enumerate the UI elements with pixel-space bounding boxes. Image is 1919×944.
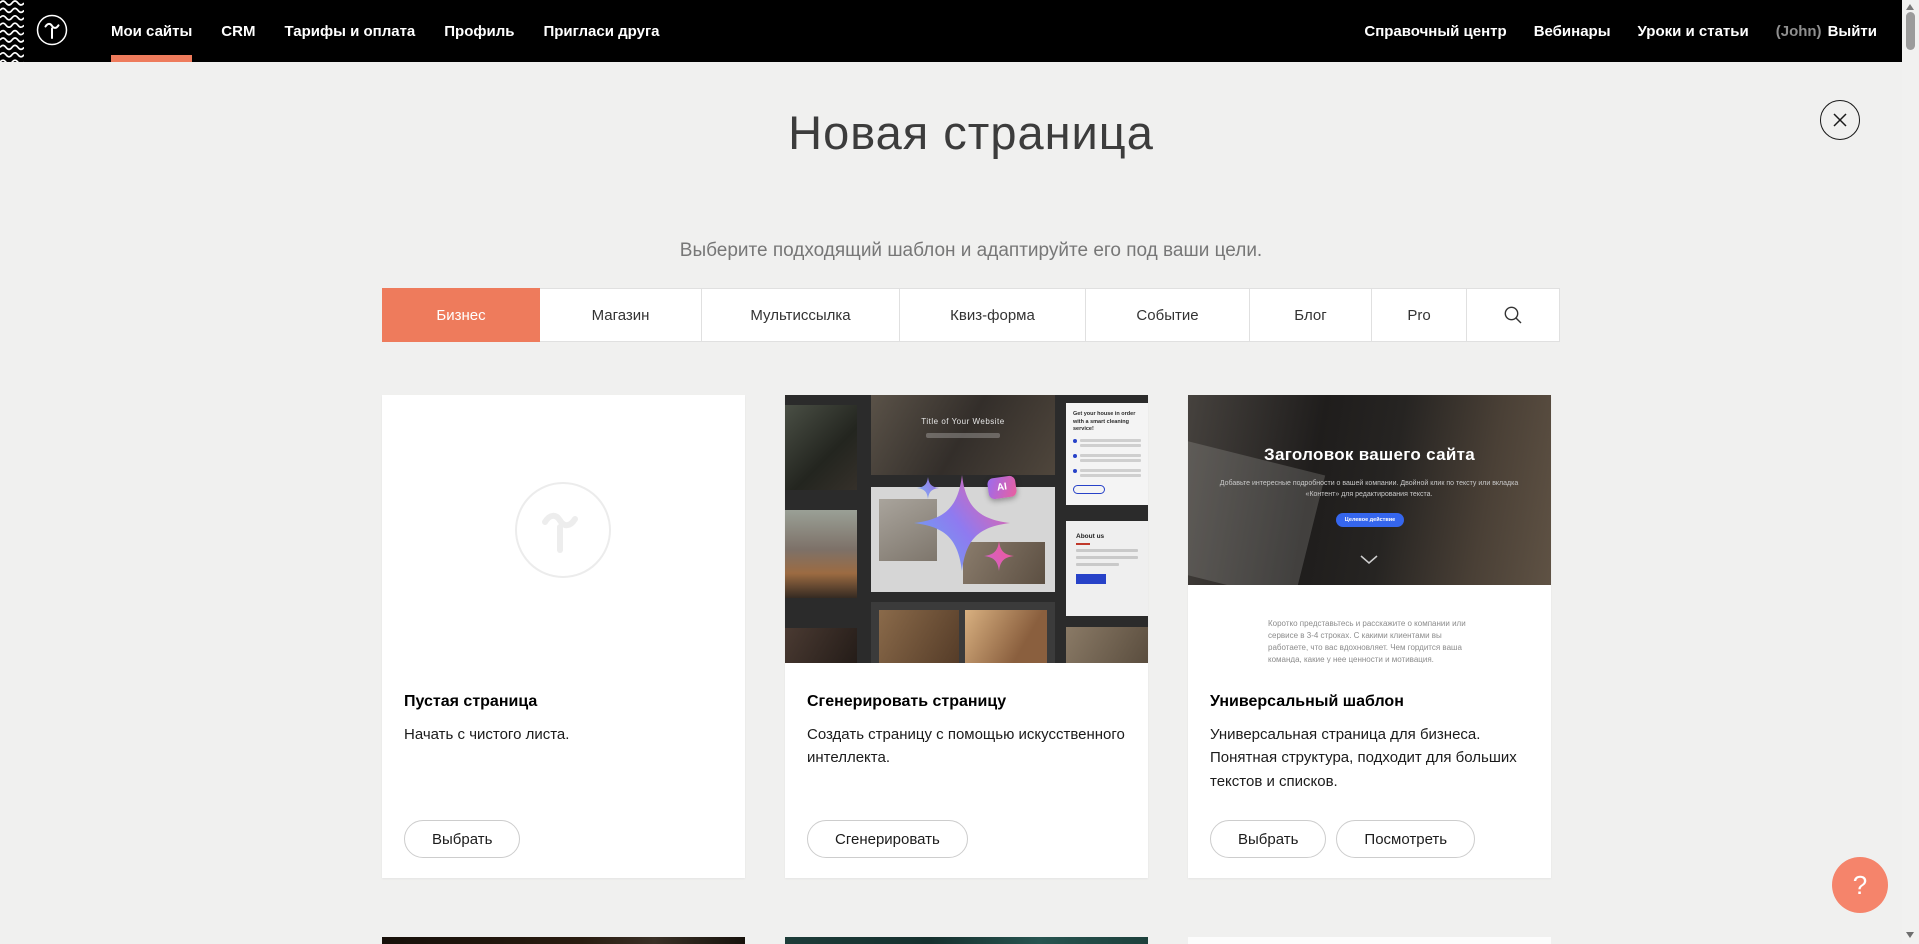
tab-event[interactable]: Событие [1086,289,1250,341]
ai-badge: AI [987,475,1018,500]
preview-hero-text: Добавьте интересные подробности о вашей … [1219,479,1519,500]
template-card-universal: Заголовок вашего сайта Добавьте интересн… [1188,395,1551,878]
logout-link[interactable]: Выйти [1828,23,1877,40]
template-card-blank-page: Пустая страница Начать с чистого листа. … [382,395,745,878]
close-icon [1832,112,1848,128]
preview-hero-title: Заголовок вашего сайта [1188,445,1551,465]
page-scrollbar[interactable] [1902,0,1919,944]
next-row-card-preview[interactable] [785,937,1148,944]
choose-button[interactable]: Выбрать [404,820,520,858]
nav-pricing[interactable]: Тарифы и оплата [284,0,415,62]
nav-invite-friend[interactable]: Пригласи друга [543,0,659,62]
tilda-waves-decoration [0,0,24,62]
card-actions: Выбрать [404,820,520,858]
blank-page-preview[interactable] [382,395,745,663]
next-row-card-preview[interactable] [1188,937,1551,944]
tilda-ghost-logo-icon [515,482,611,578]
card-actions: Сгенерировать [807,820,968,858]
nav-help-center[interactable]: Справочный центр [1364,0,1506,62]
ai-sparkles-icon [785,395,1148,663]
tilda-logo-icon[interactable] [36,14,68,46]
tab-quiz-form[interactable]: Квиз-форма [900,289,1086,341]
card-description: Создать страницу с помощью искусственног… [807,723,1126,770]
search-icon [1503,305,1523,325]
preview-hero: Заголовок вашего сайта Добавьте интересн… [1188,395,1551,585]
scrollbar-down-arrow-icon[interactable] [1906,932,1914,938]
tab-store[interactable]: Магазин [540,289,702,341]
help-button[interactable]: ? [1832,857,1888,913]
close-modal-button[interactable] [1820,100,1860,140]
nav-my-sites[interactable]: Мои сайты [111,0,192,62]
page-title: Новая страница [382,105,1560,160]
card-description: Начать с чистого листа. [404,723,723,746]
generate-button[interactable]: Сгенерировать [807,820,968,858]
choose-button[interactable]: Выбрать [1210,820,1326,858]
secondary-nav: Справочный центр Вебинары Уроки и статьи… [1364,0,1877,62]
tab-pro[interactable]: Pro [1372,289,1467,341]
nav-webinars[interactable]: Вебинары [1534,0,1611,62]
next-row-card-preview[interactable] [382,937,745,944]
nav-profile[interactable]: Профиль [444,0,514,62]
main-nav: Мои сайты CRM Тарифы и оплата Профиль Пр… [111,0,660,62]
nav-crm[interactable]: CRM [221,0,255,62]
view-button[interactable]: Посмотреть [1336,820,1475,858]
tab-business[interactable]: Бизнес [382,288,540,342]
top-navbar: Мои сайты CRM Тарифы и оплата Профиль Пр… [0,0,1919,62]
card-actions: Выбрать Посмотреть [1210,820,1475,858]
ai-generate-preview[interactable]: Title of Your Website Get your house in … [785,395,1148,663]
card-title: Сгенерировать страницу [807,693,1126,711]
user-name: (John) [1776,23,1822,40]
scrollbar-up-arrow-icon[interactable] [1906,4,1914,10]
preview-body-text: Коротко представьтесь и расскажите о ком… [1268,618,1466,663]
page-subtitle: Выберите подходящий шаблон и адаптируйте… [382,240,1560,262]
template-category-tabs: Бизнес Магазин Мультиссылка Квиз-форма С… [382,288,1560,342]
preview-cta-button: Целевое действие [1336,513,1404,527]
preview-body: Коротко представьтесь и расскажите о ком… [1188,585,1551,663]
card-description: Универсальная страница для бизнеса. Поня… [1210,723,1529,793]
card-title: Пустая страница [404,693,723,711]
chevron-down-icon [1360,555,1378,564]
nav-lessons[interactable]: Уроки и статьи [1638,0,1749,62]
tab-search[interactable] [1467,289,1559,341]
tab-blog[interactable]: Блог [1250,289,1372,341]
scrollbar-thumb[interactable] [1906,12,1915,50]
card-title: Универсальный шаблон [1210,693,1529,711]
template-card-ai-generate: Title of Your Website Get your house in … [785,395,1148,878]
tab-multilink[interactable]: Мультиссылка [702,289,900,341]
user-logout-group: (John) Выйти [1776,0,1877,62]
universal-template-preview[interactable]: Заголовок вашего сайта Добавьте интересн… [1188,395,1551,663]
